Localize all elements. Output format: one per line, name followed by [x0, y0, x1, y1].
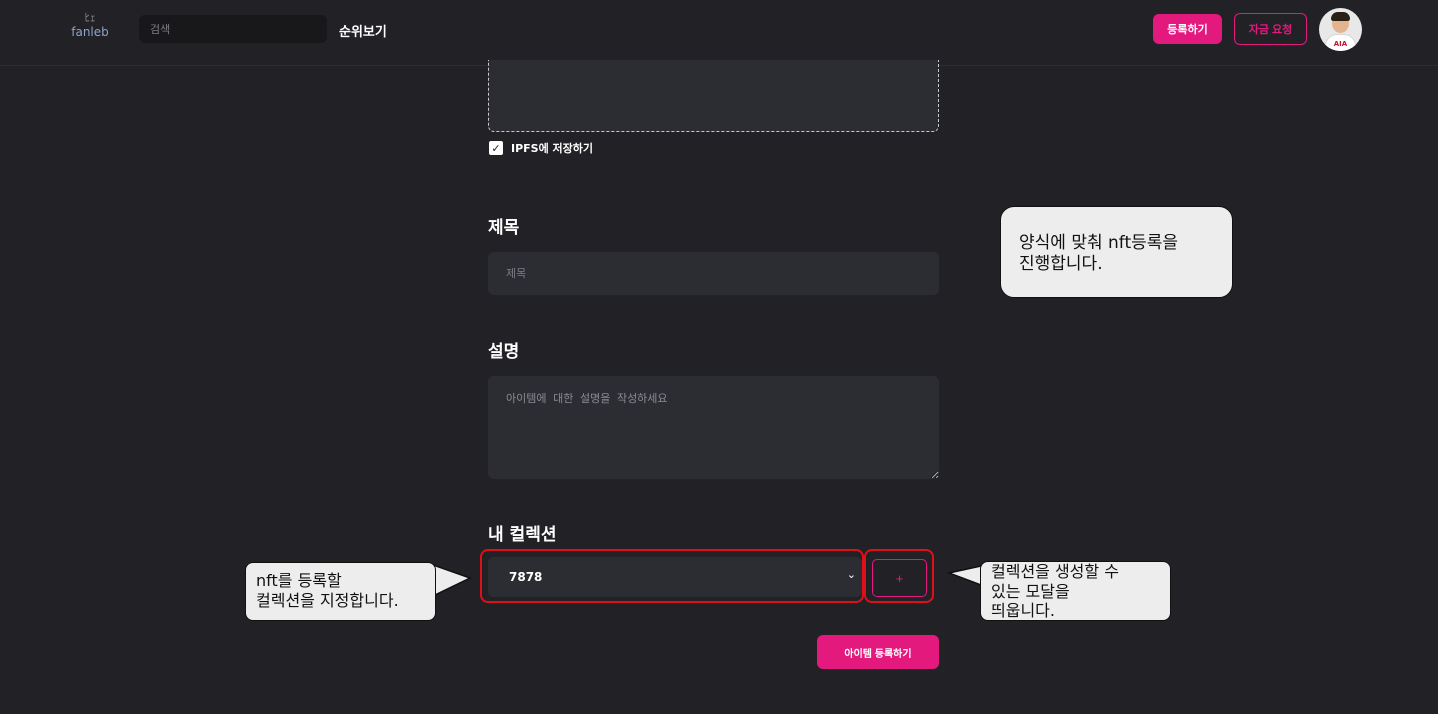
- callout-pointer: [433, 564, 472, 597]
- form-guide-callout: 양식에 맞춰 nft등록을 진행합니다.: [1000, 206, 1233, 298]
- callout-text-line: 컬렉션을 지정합니다.: [256, 591, 399, 610]
- title-heading: 제목: [488, 218, 520, 238]
- ipfs-checkbox[interactable]: ✓: [489, 141, 503, 155]
- logo-text: fanleb: [71, 25, 109, 39]
- add-collection-highlight: [864, 549, 934, 603]
- callout-pointer: [946, 565, 982, 587]
- add-collection-guide-callout: 컬렉션을 생성할 수 있는 모달을 띄웁니다.: [980, 561, 1171, 621]
- callout-text-line: 컬렉션을 생성할 수: [991, 562, 1119, 581]
- fanleb-logo[interactable]: ﾋｪ fanleb: [70, 12, 110, 40]
- ipfs-option[interactable]: ✓ IPFS에 저장하기: [489, 140, 593, 156]
- collection-select-highlight: [480, 549, 864, 603]
- title-input[interactable]: [488, 252, 939, 295]
- logo-mark-icon: ﾋｪ: [84, 11, 96, 24]
- fund-request-button[interactable]: 자금 요청: [1234, 13, 1307, 45]
- callout-text-line: 양식에 맞춰 nft등록을: [1019, 233, 1179, 253]
- register-button[interactable]: 등록하기: [1153, 14, 1222, 44]
- nav-ranking-link[interactable]: 순위보기: [339, 21, 387, 40]
- callout-text-line: 진행합니다.: [1019, 254, 1103, 274]
- callout-text-line: nft를 등록할: [256, 571, 342, 590]
- avatar-sponsor-text: AIA: [1333, 40, 1348, 48]
- callout-text-line: 띄웁니다.: [991, 601, 1055, 620]
- file-dropzone[interactable]: [488, 60, 939, 132]
- user-avatar[interactable]: AIA: [1319, 8, 1362, 51]
- ipfs-label: IPFS에 저장하기: [511, 142, 594, 155]
- callout-text-line: 있는 모달을: [991, 581, 1070, 601]
- search-input[interactable]: [139, 15, 327, 43]
- description-heading: 설명: [488, 342, 520, 362]
- avatar-hair: [1331, 12, 1350, 21]
- description-textarea[interactable]: [488, 376, 939, 479]
- collection-heading: 내 컬렉션: [488, 525, 557, 545]
- submit-item-button[interactable]: 아이템 등록하기: [817, 635, 939, 669]
- top-navbar: ﾋｪ fanleb 순위보기 등록하기 자금 요청 AIA: [0, 0, 1438, 66]
- collection-guide-callout: nft를 등록할 컬렉션을 지정합니다.: [245, 562, 436, 621]
